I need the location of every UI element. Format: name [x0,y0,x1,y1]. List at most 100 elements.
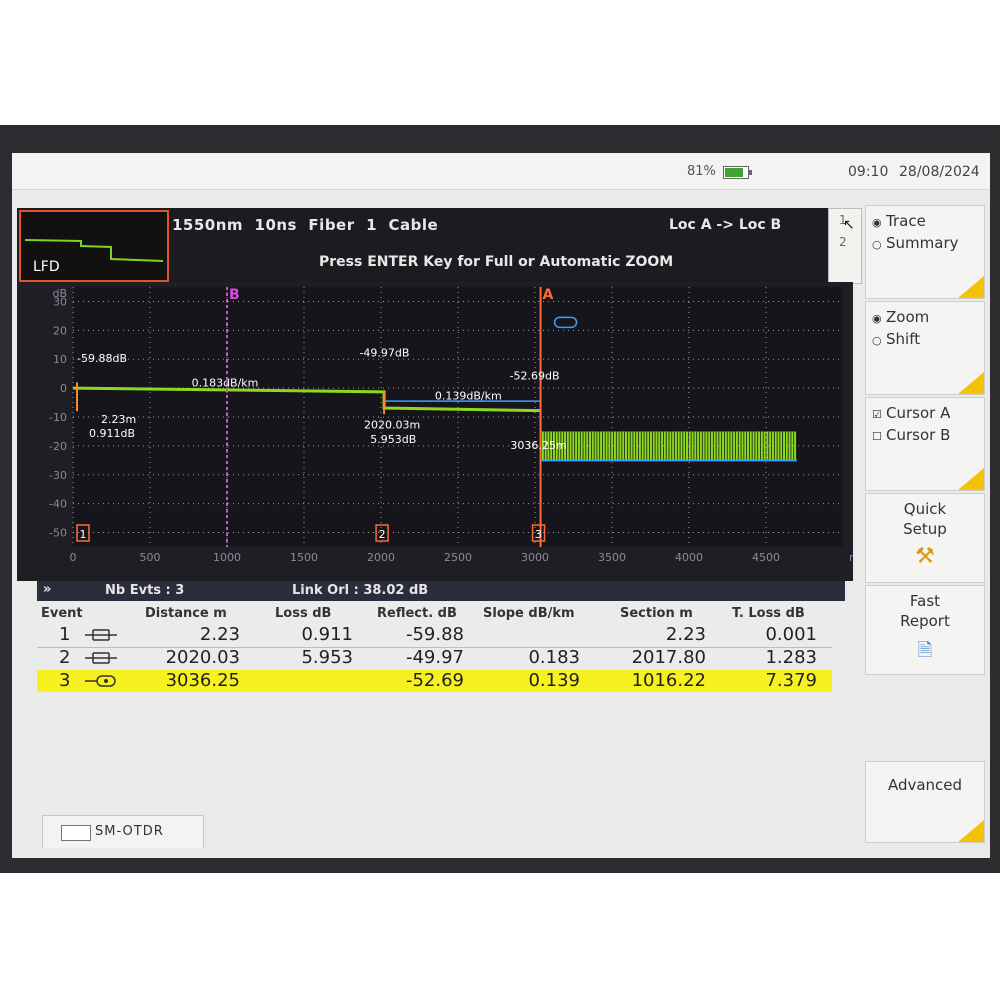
reflectance-label-2: -49.97dB [359,346,409,359]
report-icon: 🗎 [917,640,933,661]
battery-percent: 81% [687,164,716,179]
thumbnail-label: LFD [33,259,60,275]
connector-event-icon [85,652,117,664]
y-tick-label: -30 [49,469,67,482]
event-slope: 0.139 [528,670,580,691]
event-total-loss: 0.001 [765,624,817,645]
tab-sm-otdr[interactable]: SM-OTDR [42,815,204,848]
loss-label-1: 0.911dB [89,427,135,440]
loss-label-2: 5.953dB [370,433,416,446]
location-direction: Loc A -> Loc B [669,217,782,233]
slope-label-1: 0.183dB/km [192,377,259,390]
x-tick-label: 0 [70,551,77,564]
corner-arrow-icon [958,468,984,490]
option-shift[interactable]: ○ Shift [872,330,920,348]
table-row[interactable]: 1 2.23 0.911 -59.88 2.23 0.001 [37,624,832,646]
cursor-b-label: B [229,287,240,303]
y-tick-label: -50 [49,527,67,540]
distance-label-2: 2020.03m [364,419,420,432]
x-tick-label: 3500 [598,551,626,564]
cursor-key[interactable]: ☑ Cursor A ☐ Cursor B [865,397,985,491]
corner-arrow-icon [958,820,984,842]
event-distance: 2.23 [199,624,240,645]
event-table-panel: » Nb Evts : 3 Link Orl : 38.02 dB Event … [37,581,845,814]
link-orl: Link Orl : 38.02 dB [292,583,429,598]
event-distance: 2020.03 [165,647,240,668]
x-tick-label: 4000 [675,551,703,564]
event-summary-bar: » Nb Evts : 3 Link Orl : 38.02 dB [37,581,845,601]
soft-key-panel: ◉ Trace ○ Summary ◉ Zoom ○ Shift ☑ Cursor A ☐… [865,205,985,843]
otdr-screen: 81% 09:10 28/08/2024 LFD 1550nm 10ns Fib… [12,153,990,858]
option-trace[interactable]: ◉ Trace [872,212,926,230]
radio-empty-icon: ○ [872,334,882,347]
view-mode-key[interactable]: ◉ Trace ○ Summary [865,205,985,299]
event-total-loss: 1.283 [765,647,817,668]
date: 28/08/2024 [899,164,980,180]
event-count: Nb Evts : 3 [105,583,185,598]
reflectance-label-3: -52.69dB [510,369,560,382]
trace-header: LFD 1550nm 10ns Fiber 1 Cable Loc A -> L… [17,208,853,282]
x-tick-label: 2500 [444,551,472,564]
mouse-pointer-icon: ↖ [843,217,855,233]
x-axis-unit: m [849,551,853,564]
option-summary[interactable]: ○ Summary [872,234,959,252]
measurement-title: 1550nm 10ns Fiber 1 Cable [172,216,439,234]
trace-overview-thumbnail[interactable]: LFD [19,210,169,282]
trace-plot: 0 500 1000 1500 2000 2500 3000 3500 4000 45003020… [49,287,853,564]
col-section: Section m [620,606,693,621]
event-reflectance: -52.69 [405,670,464,691]
zoom-shift-key[interactable]: ◉ Zoom ○ Shift [865,301,985,395]
advanced-label: Advanced [887,776,963,794]
checkbox-cursor-a[interactable]: ☑ Cursor A [872,404,950,422]
radio-selected-icon: ◉ [872,216,882,229]
col-slope: Slope dB/km [483,606,575,621]
trace-page-indicator[interactable]: 1 2 ↖ [828,208,862,284]
fast-report-label-2: Report [900,612,950,630]
y-tick-label: 0 [60,382,67,395]
radio-selected-icon: ◉ [872,312,882,325]
tools-icon: ⚒ [915,544,935,569]
distance-label-1: 2.23m [101,413,136,426]
event-slope: 0.183 [528,647,580,668]
event-marker-label: 2 [379,528,386,541]
event-marker-label: 1 [80,528,87,541]
quick-setup-button[interactable]: Quick Setup ⚒ [865,493,985,583]
event-reflectance: -49.97 [405,647,464,668]
x-tick-label: 4500 [752,551,780,564]
corner-arrow-icon [958,276,984,298]
event-number: 2 [59,647,71,668]
event-number: 3 [59,670,71,691]
event-distance: 3036.25 [165,670,240,691]
reflectance-label-1: -59.88dB [77,352,127,365]
empty-key [865,677,983,757]
quick-setup-label-2: Setup [903,520,947,538]
checkbox-checked-icon: ☑ [872,408,882,421]
x-tick-label: 1000 [213,551,241,564]
col-event: Event [41,606,83,621]
x-tick-label: 1500 [290,551,318,564]
event-reflectance: -59.88 [405,624,464,645]
clock: 09:10 [848,164,889,180]
collapse-chevron-icon[interactable]: » [43,582,51,597]
advanced-button[interactable]: Advanced [865,761,985,843]
table-row-selected[interactable]: 3 3036.25 -52.69 0.139 1016.22 7.379 [37,670,832,692]
checkbox-empty-icon: ☐ [872,430,882,443]
otdr-trace-chart[interactable]: 0 500 1000 1500 2000 2500 3000 3500 4000 4500 30 20… [17,282,853,581]
event-marker-label: 3 [535,528,542,541]
col-distance: Distance m [145,606,227,621]
x-tick-label: 500 [140,551,161,564]
y-tick-label: -10 [49,411,67,424]
option-zoom[interactable]: ◉ Zoom [872,308,929,326]
event-loss: 5.953 [301,647,353,668]
fast-report-button[interactable]: Fast Report 🗎 [865,585,985,675]
slope-label-2: 0.139dB/km [435,390,502,403]
radio-empty-icon: ○ [872,238,882,251]
event-section: 2.23 [665,624,706,645]
zoom-hint: Press ENTER Key for Full or Automatic ZO… [319,254,674,270]
fast-report-label-1: Fast [909,592,941,610]
table-row[interactable]: 2 2020.03 5.953 -49.97 0.183 2017.80 1.2… [37,647,832,669]
checkbox-cursor-b[interactable]: ☐ Cursor B [872,426,950,444]
y-tick-label: -40 [49,498,67,511]
x-tick-label: 3000 [521,551,549,564]
col-reflect: Reflect. dB [377,606,457,621]
